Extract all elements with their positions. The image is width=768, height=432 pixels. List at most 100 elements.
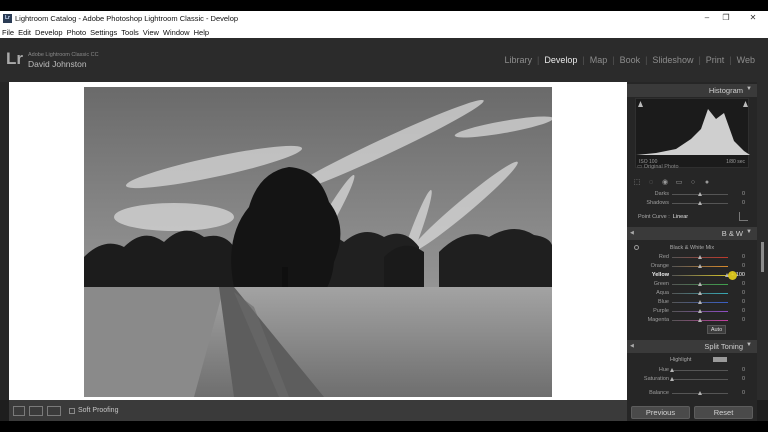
module-slideshow[interactable]: Slideshow xyxy=(647,55,698,65)
restore-button[interactable]: ❐ xyxy=(715,13,737,22)
slider-knob[interactable] xyxy=(698,255,702,259)
point-curve[interactable]: Point Curve : Linear xyxy=(638,214,688,220)
collapse-triangle-icon: ▼ xyxy=(746,342,752,348)
bw-slider-purple[interactable]: Purple 0 xyxy=(627,307,757,316)
module-develop[interactable]: Develop xyxy=(539,55,582,65)
image-preview-area xyxy=(9,82,627,400)
menu-develop[interactable]: Develop xyxy=(35,28,63,37)
bw-header[interactable]: ◀ B & W ▼ xyxy=(627,227,757,240)
bw-slider-red[interactable]: Red 0 xyxy=(627,253,757,262)
reset-button[interactable]: Reset xyxy=(694,405,753,419)
tone-slider-darks[interactable]: Darks 0 xyxy=(627,190,757,199)
slider-knob[interactable] xyxy=(698,300,702,304)
highlight-color-swatch[interactable] xyxy=(713,357,727,362)
menu-tools[interactable]: Tools xyxy=(121,28,139,37)
split-toning-slider-hue[interactable]: Hue 0 xyxy=(627,366,757,375)
before-after-split-button[interactable] xyxy=(47,405,61,416)
slider-knob[interactable] xyxy=(698,264,702,268)
menu-bar: File Edit Develop Photo Settings Tools V… xyxy=(0,26,768,38)
slider-value[interactable]: 0 xyxy=(729,317,745,323)
scrollbar-thumb[interactable] xyxy=(761,242,764,272)
split-toning-slider-balance[interactable]: Balance 0 xyxy=(627,389,757,398)
slider-track[interactable] xyxy=(670,377,728,381)
bw-slider-green[interactable]: Green 0 xyxy=(627,280,757,289)
menu-photo[interactable]: Photo xyxy=(67,28,87,37)
original-photo-label[interactable]: ▭ Original Photo xyxy=(637,164,679,170)
slider-value[interactable]: 0 xyxy=(729,376,745,382)
bw-slider-blue[interactable]: Blue 0 xyxy=(627,298,757,307)
close-button[interactable]: ✕ xyxy=(742,13,764,22)
slider-knob[interactable] xyxy=(698,318,702,322)
slider-knob[interactable] xyxy=(670,377,674,381)
slider-track[interactable] xyxy=(672,391,728,395)
menu-view[interactable]: View xyxy=(143,28,159,37)
bw-slider-yellow[interactable]: Yellow + 100 xyxy=(627,271,757,280)
graduated-filter-icon[interactable]: ▭ xyxy=(675,179,683,187)
before-after-button[interactable] xyxy=(29,405,43,416)
slider-track[interactable] xyxy=(672,273,729,277)
menu-window[interactable]: Window xyxy=(163,28,190,37)
slider-track[interactable] xyxy=(672,309,728,313)
right-panel-scrollbar[interactable] xyxy=(757,82,768,400)
split-toning-header[interactable]: ◀ Split Toning ▼ xyxy=(627,340,757,353)
previous-button[interactable]: Previous xyxy=(631,405,690,419)
slider-track[interactable] xyxy=(672,282,728,286)
slider-knob[interactable] xyxy=(698,192,702,196)
slider-value[interactable]: 0 xyxy=(729,308,745,314)
slider-value[interactable]: 0 xyxy=(729,299,745,305)
histogram-header[interactable]: Histogram ▼ xyxy=(627,84,757,97)
photo-landscape-tree[interactable] xyxy=(84,87,552,397)
slider-value[interactable]: 0 xyxy=(729,367,745,373)
slider-value[interactable]: 0 xyxy=(729,290,745,296)
module-print[interactable]: Print xyxy=(701,55,730,65)
menu-settings[interactable]: Settings xyxy=(90,28,117,37)
slider-knob[interactable] xyxy=(698,201,702,205)
menu-file[interactable]: File xyxy=(2,28,14,37)
slider-label: Yellow xyxy=(651,272,669,278)
module-book[interactable]: Book xyxy=(615,55,646,65)
slider-value[interactable]: 0 xyxy=(729,254,745,260)
soft-proofing-label: Soft Proofing xyxy=(78,407,119,414)
slider-track[interactable] xyxy=(672,201,728,205)
auto-button[interactable]: Auto xyxy=(707,325,726,334)
loupe-view-button[interactable] xyxy=(13,405,25,416)
soft-proofing-checkbox[interactable] xyxy=(69,407,75,414)
left-panel-collapsed[interactable] xyxy=(0,82,9,400)
spot-removal-icon[interactable]: ◌ xyxy=(647,179,655,187)
slider-value[interactable]: 0 xyxy=(729,200,745,206)
module-library[interactable]: Library xyxy=(499,55,537,65)
slider-knob[interactable] xyxy=(698,391,702,395)
split-toning-slider-saturation[interactable]: Saturation 0 xyxy=(627,375,757,384)
module-map[interactable]: Map xyxy=(585,55,613,65)
slider-track[interactable] xyxy=(672,192,728,196)
slider-track[interactable] xyxy=(672,318,728,322)
lightroom-app-icon: Lr xyxy=(3,14,12,23)
module-web[interactable]: Web xyxy=(732,55,760,65)
slider-knob[interactable] xyxy=(698,282,702,286)
slider-value[interactable]: 0 xyxy=(729,191,745,197)
slider-value[interactable]: 0 xyxy=(729,281,745,287)
menu-edit[interactable]: Edit xyxy=(18,28,31,37)
slider-label: Blue xyxy=(657,299,669,305)
bw-slider-orange[interactable]: Orange 0 xyxy=(627,262,757,271)
slider-value[interactable]: 0 xyxy=(729,263,745,269)
slider-track[interactable] xyxy=(670,368,728,372)
crop-tool-icon[interactable]: ⬚ xyxy=(633,179,641,187)
slider-track[interactable] xyxy=(672,300,728,304)
menu-help[interactable]: Help xyxy=(194,28,209,37)
slider-track[interactable] xyxy=(672,255,728,259)
radial-filter-icon[interactable]: ○ xyxy=(689,179,697,187)
slider-knob[interactable] xyxy=(698,309,702,313)
tone-slider-shadows[interactable]: Shadows 0 xyxy=(627,199,757,208)
adjustment-brush-icon[interactable]: ● xyxy=(703,179,711,187)
bw-slider-aqua[interactable]: Aqua 0 xyxy=(627,289,757,298)
curve-edit-icon[interactable] xyxy=(739,212,748,221)
slider-value[interactable]: 0 xyxy=(729,390,745,396)
slider-track[interactable] xyxy=(672,291,728,295)
slider-knob[interactable] xyxy=(698,291,702,295)
lightroom-logo: Lr xyxy=(6,49,23,68)
slider-knob[interactable] xyxy=(670,368,674,372)
slider-track[interactable] xyxy=(672,264,728,268)
bw-slider-magenta[interactable]: Magenta 0 xyxy=(627,316,757,325)
red-eye-icon[interactable]: ◉ xyxy=(661,179,669,187)
